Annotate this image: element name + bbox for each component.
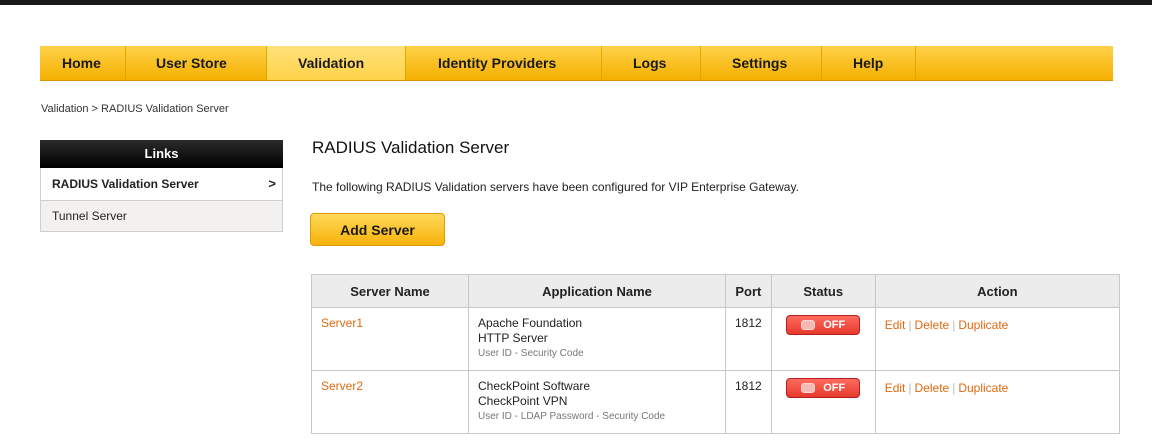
action-cell: Edit | Delete | Duplicate: [874, 370, 1121, 434]
server-name-link[interactable]: Server1: [321, 316, 363, 330]
main-nav: Home User Store Validation Identity Prov…: [40, 46, 1113, 81]
server-name-link[interactable]: Server2: [321, 379, 363, 393]
server-name-cell: Server1: [311, 307, 469, 371]
action-cell: Edit | Delete | Duplicate: [874, 307, 1121, 371]
nav-logs[interactable]: Logs: [602, 46, 701, 80]
nav-identity-providers[interactable]: Identity Providers: [406, 46, 602, 80]
status-label: OFF: [823, 382, 846, 394]
page-description: The following RADIUS Validation servers …: [312, 180, 799, 194]
status-cell: OFF: [770, 307, 876, 371]
header-status[interactable]: Status: [770, 274, 876, 308]
breadcrumb: Validation > RADIUS Validation Server: [41, 103, 229, 115]
application-vendor: Apache Foundation: [478, 316, 583, 330]
application-cell: CheckPoint Software CheckPoint VPN User …: [468, 370, 726, 434]
nav-home[interactable]: Home: [40, 46, 126, 80]
status-label: OFF: [823, 319, 846, 331]
status-toggle[interactable]: OFF: [786, 315, 861, 335]
edit-link[interactable]: Edit: [885, 318, 906, 332]
servers-table: Server Name Application Name Port Status…: [311, 274, 1121, 434]
nav-validation[interactable]: Validation: [267, 46, 406, 80]
status-toggle[interactable]: OFF: [786, 378, 861, 398]
header-server-name[interactable]: Server Name: [311, 274, 469, 308]
add-server-button[interactable]: Add Server: [310, 213, 445, 246]
application-name: HTTP Server: [478, 331, 548, 345]
top-border: [0, 0, 1152, 5]
server-name-cell: Server2: [311, 370, 469, 434]
application-name: CheckPoint VPN: [478, 394, 568, 408]
chevron-right-icon: >: [268, 176, 276, 191]
application-vendor: CheckPoint Software: [478, 379, 591, 393]
nav-settings[interactable]: Settings: [701, 46, 822, 80]
sidebar-header: Links: [40, 140, 283, 168]
page-title: RADIUS Validation Server: [312, 138, 510, 157]
delete-link[interactable]: Delete: [915, 381, 950, 395]
application-cell: Apache Foundation HTTP Server User ID - …: [468, 307, 726, 371]
sidebar: Links RADIUS Validation Server > Tunnel …: [40, 140, 283, 232]
auth-method: User ID - Security Code: [478, 348, 584, 359]
port-cell: 1812: [725, 307, 772, 371]
nav-help[interactable]: Help: [822, 46, 916, 80]
separator: |: [908, 318, 912, 332]
duplicate-link[interactable]: Duplicate: [958, 318, 1008, 332]
header-port[interactable]: Port: [725, 274, 772, 308]
separator: |: [908, 381, 912, 395]
table-header-row: Server Name Application Name Port Status…: [311, 274, 1121, 308]
toggle-knob-icon: [801, 383, 816, 393]
nav-user-store[interactable]: User Store: [126, 46, 267, 80]
separator: |: [952, 318, 956, 332]
sidebar-item-tunnel-server[interactable]: Tunnel Server: [40, 201, 283, 232]
header-application-name[interactable]: Application Name: [468, 274, 726, 308]
duplicate-link[interactable]: Duplicate: [958, 381, 1008, 395]
table-row: Server2 CheckPoint Software CheckPoint V…: [311, 370, 1121, 434]
sidebar-item-radius-validation-server[interactable]: RADIUS Validation Server >: [40, 168, 283, 201]
auth-method: User ID - LDAP Password - Security Code: [478, 411, 666, 422]
table-row: Server1 Apache Foundation HTTP Server Us…: [311, 307, 1121, 371]
header-action: Action: [874, 274, 1121, 308]
port-cell: 1812: [725, 370, 772, 434]
delete-link[interactable]: Delete: [915, 318, 950, 332]
status-cell: OFF: [770, 370, 876, 434]
edit-link[interactable]: Edit: [885, 381, 906, 395]
nav-filler: [916, 46, 1113, 80]
toggle-knob-icon: [801, 320, 816, 330]
separator: |: [952, 381, 956, 395]
sidebar-item-label: RADIUS Validation Server: [52, 177, 199, 191]
sidebar-item-label: Tunnel Server: [52, 209, 127, 223]
